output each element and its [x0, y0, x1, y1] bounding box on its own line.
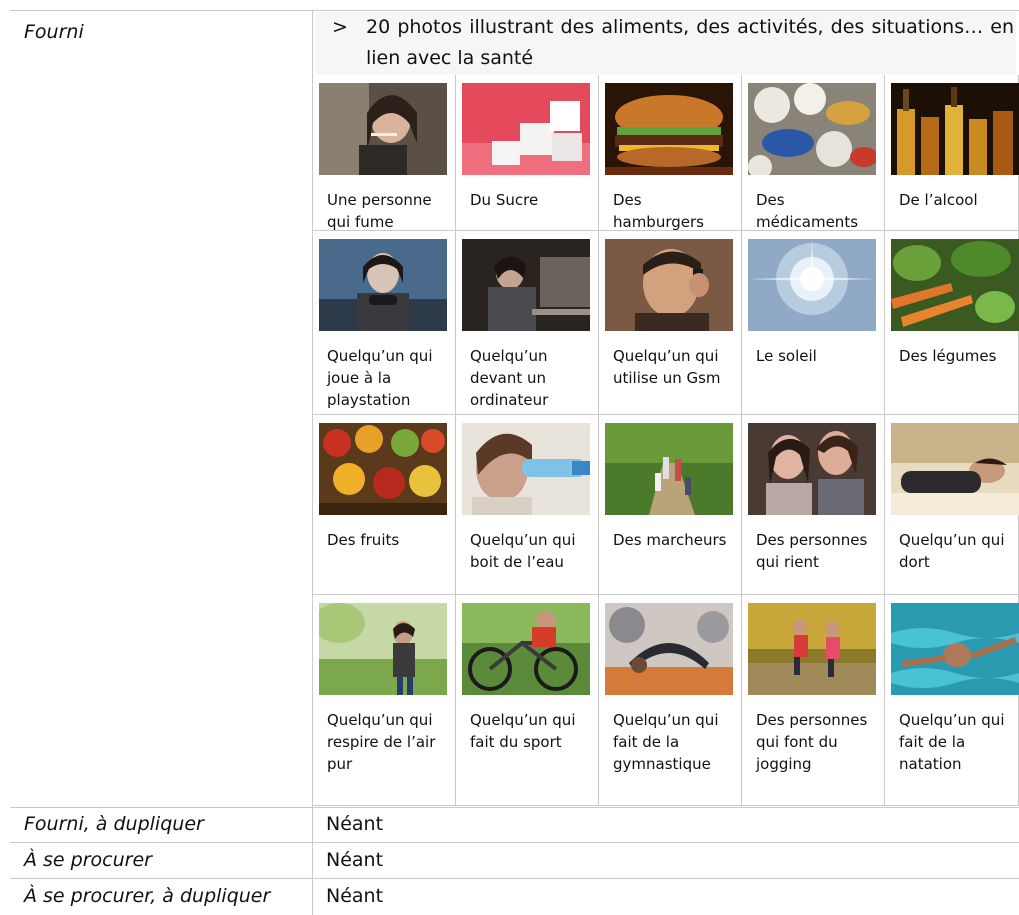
photo-caption: Des médicaments — [756, 191, 859, 231]
row-a-se-procurer-a-dupliquer: À se procurer, à dupliquer Néant — [10, 879, 1019, 915]
photo-caption: De l’alcool — [899, 191, 978, 209]
photo-caption: Quelqu’un qui respire de l’air pur — [327, 711, 436, 773]
drinking-water-photo — [462, 423, 590, 515]
row-label: Fourni — [24, 21, 84, 43]
photo-caption: Des personnes qui rient — [756, 531, 868, 571]
alcohol-bottles-photo — [891, 83, 1019, 175]
intro-paragraph: > 20 photos illustrant des aliments, des… — [316, 12, 1016, 74]
photo-card: Des hamburgers — [599, 75, 742, 231]
fresh-air-photo — [319, 603, 447, 695]
photo-caption: Quelqu’un qui fait du sport — [470, 711, 576, 751]
swimmer-photo — [891, 603, 1019, 695]
gamer-photo — [319, 239, 447, 331]
row-value: Néant — [326, 885, 384, 907]
photo-caption: Des hamburgers — [613, 191, 704, 231]
photo-card: Des fruits — [313, 415, 456, 595]
photo-caption: Des marcheurs — [613, 531, 727, 549]
row-value: Néant — [326, 849, 384, 871]
photo-caption: Quelqu’un qui fait de la natation — [899, 711, 1005, 773]
computer-user-photo — [462, 239, 590, 331]
photo-card: Quelqu’un qui utilise un Gsm — [599, 231, 742, 415]
photo-caption: Des personnes qui font du jogging — [756, 711, 868, 773]
photo-card: Des marcheurs — [599, 415, 742, 595]
hamburger-photo — [605, 83, 733, 175]
photo-caption: Quelqu’un qui utilise un Gsm — [613, 347, 721, 387]
photo-card: Quelqu’un devant un ordinateur — [456, 231, 599, 415]
photo-caption: Quelqu’un qui dort — [899, 531, 1005, 571]
photo-caption: Une personne qui fume — [327, 191, 432, 231]
photo-card: Quelqu’un qui dort — [885, 415, 1019, 595]
photo-caption: Quelqu’un devant un ordinateur — [470, 347, 549, 409]
photo-card: Des médicaments — [742, 75, 885, 231]
walkers-photo — [605, 423, 733, 515]
photo-card: Des personnes qui rient — [742, 415, 885, 595]
photo-card: Quelqu’un qui joue à la playstation — [313, 231, 456, 415]
intro-text: 20 photos illustrant des aliments, des a… — [366, 16, 1014, 69]
bullet-arrow: > — [332, 16, 348, 38]
photo-card: Le soleil — [742, 231, 885, 415]
row-fourni-a-dupliquer: Fourni, à dupliquer Néant — [10, 807, 1019, 843]
vegetables-photo — [891, 239, 1019, 331]
row-value: Néant — [326, 813, 384, 835]
sun-photo — [748, 239, 876, 331]
photo-card: Du Sucre — [456, 75, 599, 231]
photo-card: Quelqu’un qui boit de l’eau — [456, 415, 599, 595]
photo-caption: Des légumes — [899, 347, 997, 365]
phone-call-photo — [605, 239, 733, 331]
laughing-people-photo — [748, 423, 876, 515]
photo-card: Quelqu’un qui respire de l’air pur — [313, 595, 456, 806]
photo-card: Quelqu’un qui fait de la gymnastique — [599, 595, 742, 806]
photo-grid: Une personne qui fume Du Sucre Des hamburg… — [313, 75, 1019, 806]
photo-card: Des légumes — [885, 231, 1019, 415]
row-label: Fourni, à dupliquer — [24, 813, 204, 835]
photo-card: Des personnes qui font du jogging — [742, 595, 885, 806]
person-smoking-photo — [319, 83, 447, 175]
cyclist-photo — [462, 603, 590, 695]
joggers-photo — [748, 603, 876, 695]
photo-card: Une personne qui fume — [313, 75, 456, 231]
photo-caption: Des fruits — [327, 531, 400, 549]
photo-caption: Quelqu’un qui fait de la gymnastique — [613, 711, 719, 773]
gymnastics-photo — [605, 603, 733, 695]
photo-card: De l’alcool — [885, 75, 1019, 231]
sleeping-person-photo — [891, 423, 1019, 515]
photo-caption: Le soleil — [756, 347, 817, 365]
fruits-photo — [319, 423, 447, 515]
medicine-pills-photo — [748, 83, 876, 175]
photo-caption: Quelqu’un qui boit de l’eau — [470, 531, 576, 571]
row-label: À se procurer, à dupliquer — [24, 885, 271, 907]
photo-caption: Quelqu’un qui joue à la playstation — [327, 347, 433, 409]
photo-card: Quelqu’un qui fait du sport — [456, 595, 599, 806]
row-a-se-procurer: À se procurer Néant — [10, 843, 1019, 879]
sugar-cubes-photo — [462, 83, 590, 175]
row-label: À se procurer — [24, 849, 152, 871]
photo-card: Quelqu’un qui fait de la natation — [885, 595, 1019, 806]
photo-caption: Du Sucre — [470, 191, 539, 209]
